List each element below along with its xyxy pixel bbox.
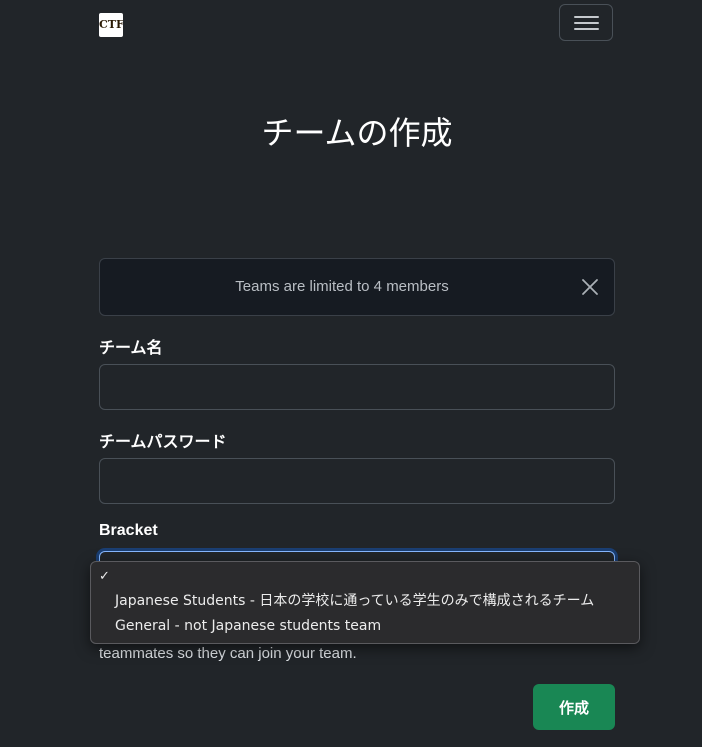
alert-message: Teams are limited to 4 members xyxy=(235,278,449,295)
bracket-option-label: Japanese Students - 日本の学校に通っている学生のみで構成され… xyxy=(115,593,595,609)
logo-text: CTF xyxy=(99,18,123,31)
checkmark-icon: ✓ xyxy=(99,569,110,584)
team-help-text: teammates so they can join your team. xyxy=(99,645,357,662)
page-title: チームの作成 xyxy=(261,114,453,152)
create-team-button[interactable]: 作成 xyxy=(533,684,615,730)
hamburger-icon-bar xyxy=(574,28,599,30)
bracket-dropdown-menu: ✓ Japanese Students - 日本の学校に通っている学生のみで構成… xyxy=(90,561,640,644)
team-name-label: チーム名 xyxy=(99,340,163,357)
close-icon[interactable] xyxy=(580,277,600,297)
bracket-option-empty[interactable]: ✓ xyxy=(91,565,639,589)
hamburger-icon-bar xyxy=(574,22,599,24)
bracket-option-general[interactable]: General - not Japanese students team xyxy=(91,614,639,638)
bracket-label: Bracket xyxy=(99,522,158,539)
navbar-toggler-button[interactable] xyxy=(559,4,613,41)
hamburger-icon xyxy=(574,16,599,18)
team-limit-alert: Teams are limited to 4 members xyxy=(99,258,615,316)
team-password-label: チームパスワード xyxy=(99,434,227,451)
bracket-option-japanese-students[interactable]: Japanese Students - 日本の学校に通っている学生のみで構成され… xyxy=(91,589,639,613)
site-logo[interactable]: CTF xyxy=(99,13,123,37)
team-name-input[interactable] xyxy=(99,364,615,410)
team-password-input[interactable] xyxy=(99,458,615,504)
bracket-option-label: General - not Japanese students team xyxy=(115,618,382,634)
page: CTF チームの作成 Teams are limited to 4 member… xyxy=(0,0,702,747)
